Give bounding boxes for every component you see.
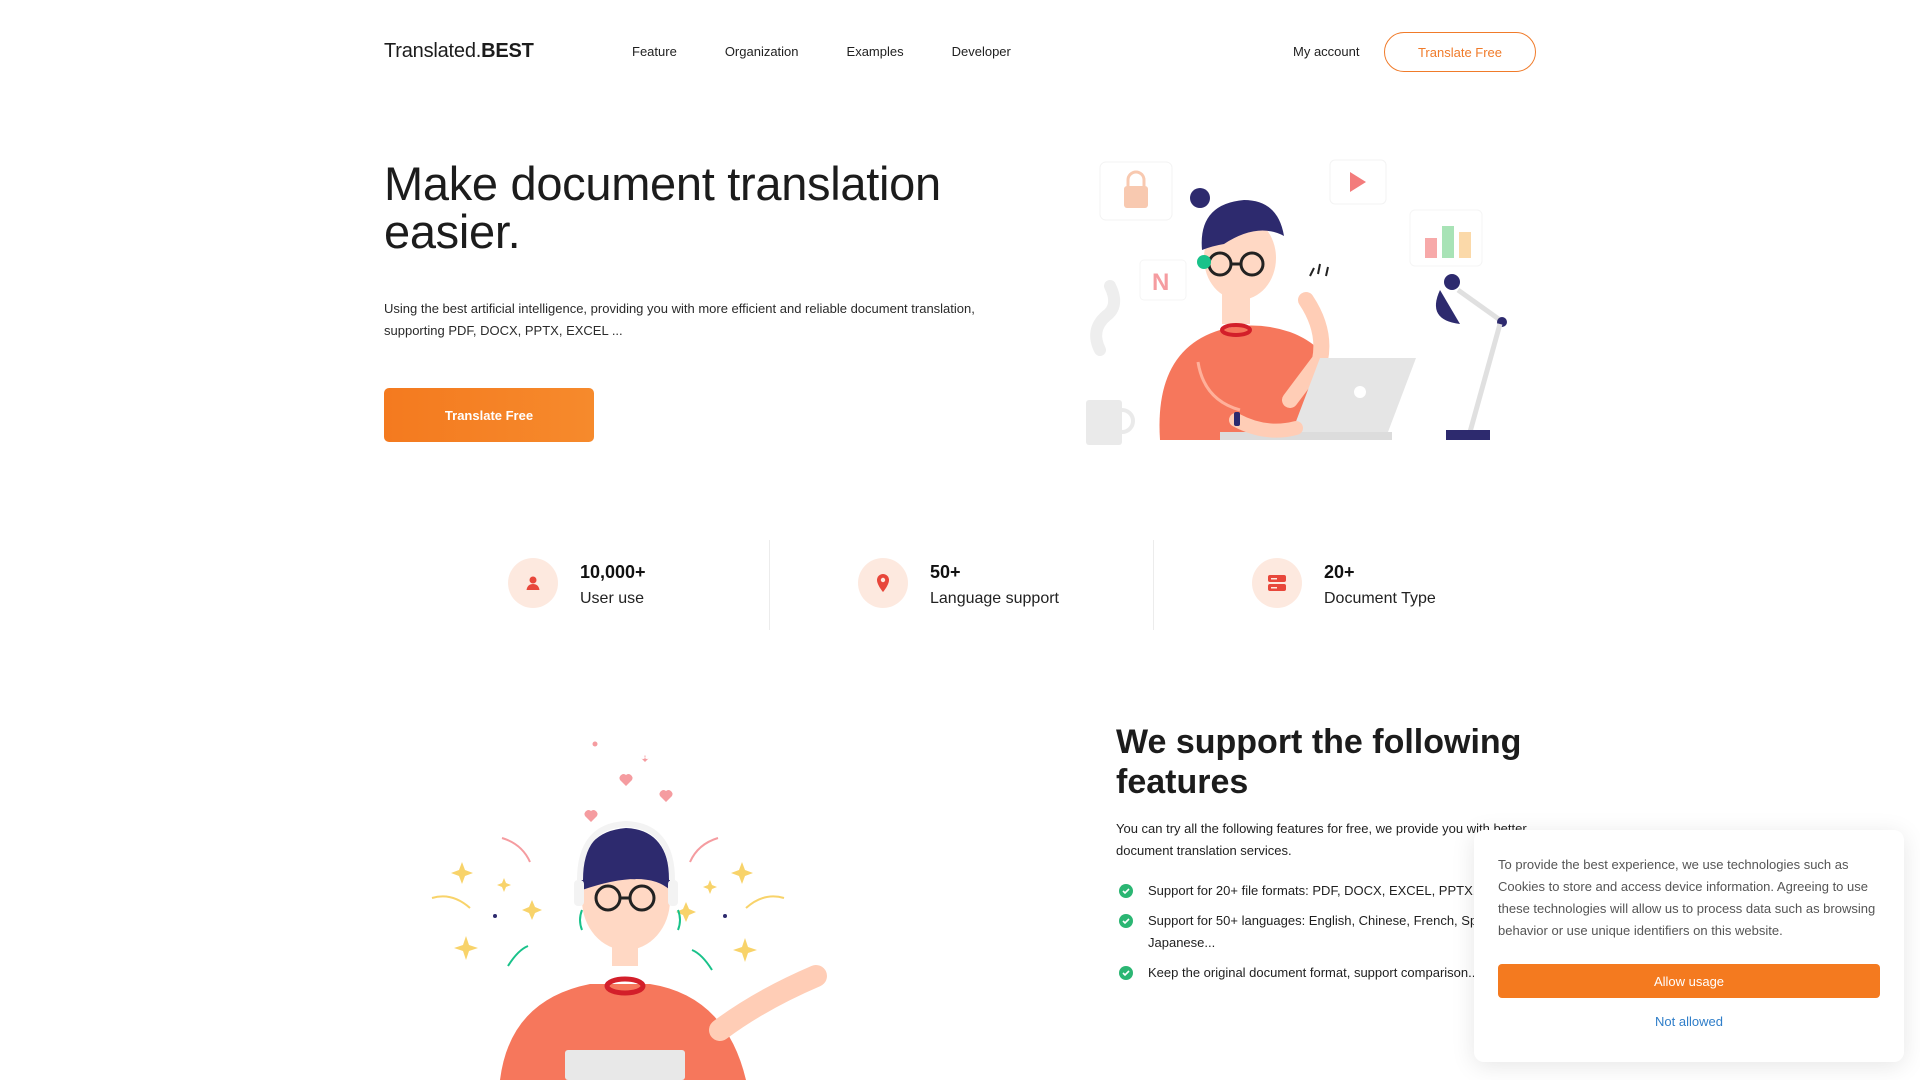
stat-document-types-label: Document Type <box>1324 590 1436 607</box>
stats-bar: 10,000+ User use 50+ Language support 20… <box>384 540 1536 630</box>
check-icon <box>1119 914 1133 928</box>
feature-item-text: Support for 20+ file formats: PDF, DOCX,… <box>1148 883 1527 898</box>
feature-item: Support for 20+ file formats: PDF, DOCX,… <box>1116 880 1536 902</box>
features-title: We support the following features <box>1116 723 1522 801</box>
features-illustration <box>431 741 827 1080</box>
nav-organization[interactable]: Organization <box>725 44 799 59</box>
main-nav: Feature Organization Examples Developer <box>632 44 1059 59</box>
hero-translate-free-button[interactable]: Translate Free <box>384 388 594 442</box>
feature-item: Keep the original document format, suppo… <box>1116 962 1536 984</box>
cookie-consent-popup: To provide the best experience, we use t… <box>1474 830 1904 1062</box>
stat-users-label: User use <box>580 590 645 607</box>
hero-illustration: N <box>1086 159 1507 445</box>
location-pin-icon <box>858 558 908 608</box>
bar-chart-card <box>1409 209 1483 267</box>
logo-text: Translated. <box>384 40 482 62</box>
site-header: Translated.BEST Feature Organization Exa… <box>0 0 1920 104</box>
play-card <box>1329 159 1387 205</box>
stat-languages-label: Language support <box>930 590 1059 607</box>
feature-item: Support for 50+ languages: English, Chin… <box>1116 910 1536 954</box>
stats-divider <box>1153 540 1154 630</box>
coffee-mug <box>1086 280 1135 445</box>
letter-n-card: N <box>1139 259 1187 301</box>
stat-users-value: 10,000+ <box>580 562 646 582</box>
check-icon <box>1119 884 1133 898</box>
stats-divider <box>769 540 770 630</box>
nav-feature[interactable]: Feature <box>632 44 677 59</box>
check-icon <box>1119 966 1133 980</box>
happy-person <box>500 820 827 1080</box>
logo[interactable]: Translated.BEST <box>384 40 534 63</box>
nav-examples[interactable]: Examples <box>847 44 904 59</box>
hearts-decoration <box>584 741 673 822</box>
not-allowed-button[interactable]: Not allowed <box>1498 1006 1880 1036</box>
stat-languages-value: 50+ <box>930 562 961 582</box>
logo-bold-text: BEST <box>481 40 534 62</box>
svg-text:N: N <box>1152 269 1169 296</box>
hero-description: Using the best artificial intelligence, … <box>384 301 975 338</box>
my-account-link[interactable]: My account <box>1293 44 1359 59</box>
allow-usage-button[interactable]: Allow usage <box>1498 964 1880 998</box>
feature-item-text: Keep the original document format, suppo… <box>1148 965 1479 980</box>
header-translate-free-button[interactable]: Translate Free <box>1384 32 1536 72</box>
feature-item-text: Support for 50+ languages: English, Chin… <box>1148 913 1512 950</box>
stat-document-types-value: 20+ <box>1324 562 1355 582</box>
features-list: Support for 20+ file formats: PDF, DOCX,… <box>1116 880 1536 992</box>
user-icon <box>508 558 558 608</box>
document-type-icon <box>1252 558 1302 608</box>
nav-developer[interactable]: Developer <box>952 44 1011 59</box>
desk-lamp <box>1435 274 1507 440</box>
lock-card <box>1099 161 1173 221</box>
hero-title: Make document translation easier. <box>384 157 941 258</box>
cookie-consent-text: To provide the best experience, we use t… <box>1498 857 1876 938</box>
